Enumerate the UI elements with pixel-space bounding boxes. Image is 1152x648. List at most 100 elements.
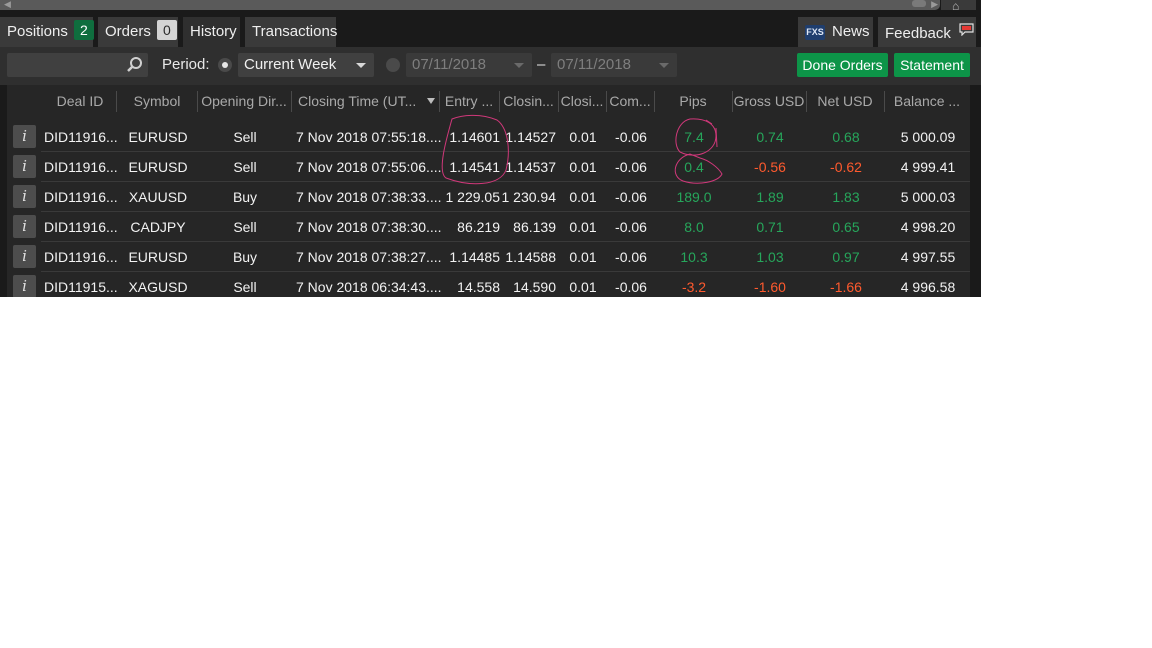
- column-header-net-usd[interactable]: Net USD: [807, 85, 883, 118]
- commission-cell: -0.06: [615, 219, 647, 235]
- scroll-right-icon[interactable]: ▶: [931, 0, 938, 11]
- period-selected-value: Current Week: [244, 56, 337, 73]
- balance-cell: 4 999.41: [900, 159, 956, 175]
- closing-price-cell: 14.590: [513, 279, 556, 295]
- net-usd-cell: -0.62: [830, 159, 862, 175]
- speech-bubble-icon: [959, 17, 974, 47]
- date-to-picker[interactable]: 07/11/2018: [551, 53, 677, 77]
- volume-cell: 0.01: [569, 219, 597, 235]
- closing-price-cell: 1.14537: [505, 159, 556, 175]
- deal-id-cell: DID11916...: [44, 159, 118, 175]
- info-icon[interactable]: i: [13, 275, 36, 297]
- column-header-closing[interactable]: Closin...: [500, 85, 557, 118]
- closing-time-cell: 7 Nov 2018 07:55:18....: [296, 129, 441, 145]
- gross-usd-cell: -1.60: [754, 279, 786, 295]
- tab-transactions-label: Transactions: [252, 23, 338, 40]
- column-header-closing-volume[interactable]: Closi...: [559, 85, 605, 118]
- direction-cell: Buy: [232, 189, 258, 205]
- symbol-cell: XAGUSD: [128, 279, 188, 295]
- period-select[interactable]: Current Week: [238, 53, 374, 77]
- closing-price-cell: 86.139: [513, 219, 556, 235]
- deal-id-cell: DID11916...: [44, 249, 118, 265]
- entry-price-cell: 1.14485: [449, 249, 500, 265]
- closing-time-cell: 7 Nov 2018 07:55:06....: [296, 159, 441, 175]
- column-header-opening-direction[interactable]: Opening Dir...: [198, 85, 290, 118]
- tab-orders[interactable]: Orders 0: [98, 17, 178, 47]
- direction-cell: Buy: [232, 249, 258, 265]
- column-header-symbol[interactable]: Symbol: [117, 85, 197, 118]
- positions-count-badge: 2: [73, 20, 94, 40]
- scroll-left-icon[interactable]: ◀: [4, 0, 11, 11]
- volume-cell: 0.01: [569, 279, 597, 295]
- home-tab[interactable]: ⌂: [941, 0, 976, 13]
- history-toolbar: Period: Current Week 07/11/2018 – 07/11/…: [0, 47, 981, 85]
- deal-id-cell: DID11916...: [44, 189, 118, 205]
- period-radio[interactable]: [218, 58, 232, 72]
- column-header-closing-time[interactable]: Closing Time (UT...: [292, 85, 426, 118]
- table-row[interactable]: i DID11915... XAGUSD Sell 7 Nov 2018 06:34:4…: [7, 272, 970, 297]
- home-icon: ⌂: [952, 0, 960, 13]
- table-row[interactable]: i DID11916... EURUSD Buy 7 Nov 2018 07:38:27…: [7, 242, 970, 272]
- symbol-cell: EURUSD: [128, 129, 188, 145]
- scroll-thumb[interactable]: [912, 0, 926, 7]
- closing-time-cell: 7 Nov 2018 07:38:30....: [296, 219, 441, 235]
- gross-usd-cell: 0.74: [756, 129, 784, 145]
- entry-price-cell: 86.219: [457, 219, 500, 235]
- direction-cell: Sell: [233, 129, 257, 145]
- symbol-cell: EURUSD: [128, 249, 188, 265]
- tab-transactions[interactable]: Transactions: [245, 17, 338, 47]
- symbol-cell: XAUUSD: [128, 189, 188, 205]
- tab-history[interactable]: History: [183, 17, 240, 47]
- net-usd-cell: 0.68: [832, 129, 860, 145]
- info-icon[interactable]: i: [13, 215, 36, 238]
- table-row[interactable]: i DID11916... XAUUSD Buy 7 Nov 2018 07:38:33…: [7, 182, 970, 212]
- commission-cell: -0.06: [615, 249, 647, 265]
- done-orders-button[interactable]: Done Orders: [797, 53, 888, 77]
- gross-usd-cell: -0.56: [754, 159, 786, 175]
- symbol-cell: EURUSD: [128, 159, 188, 175]
- top-scrollbar[interactable]: ◀ ▶: [0, 0, 940, 10]
- feedback-button[interactable]: Feedback: [878, 17, 976, 47]
- feedback-label: Feedback: [885, 25, 951, 42]
- period-label: Period:: [162, 56, 210, 73]
- news-button[interactable]: FXS News: [798, 17, 873, 47]
- closing-price-cell: 1 230.94: [501, 189, 557, 205]
- column-header-deal-id[interactable]: Deal ID: [45, 85, 115, 118]
- date-range-radio[interactable]: [386, 58, 400, 72]
- column-header-pips[interactable]: Pips: [655, 85, 731, 118]
- date-from-picker[interactable]: 07/11/2018: [406, 53, 532, 77]
- balance-cell: 4 996.58: [900, 279, 956, 295]
- chevron-down-icon: [514, 63, 524, 68]
- entry-price-cell: 1 229.05: [445, 189, 501, 205]
- balance-cell: 5 000.09: [900, 129, 956, 145]
- info-icon[interactable]: i: [13, 245, 36, 268]
- commission-cell: -0.06: [615, 279, 647, 295]
- search-icon[interactable]: [125, 55, 145, 75]
- date-to-value: 07/11/2018: [557, 56, 631, 73]
- closing-time-cell: 7 Nov 2018 06:34:43....: [296, 279, 441, 295]
- statement-button[interactable]: Statement: [894, 53, 970, 77]
- news-label: News: [832, 23, 870, 40]
- table-row[interactable]: i DID11916... EURUSD Sell 7 Nov 2018 07:55:1…: [7, 122, 970, 152]
- tab-positions[interactable]: Positions 2: [0, 17, 94, 47]
- pips-cell: 10.3: [680, 249, 708, 265]
- closing-time-cell: 7 Nov 2018 07:38:33....: [296, 189, 441, 205]
- column-header-balance[interactable]: Balance ...: [885, 85, 969, 118]
- closing-price-cell: 1.14588: [505, 249, 556, 265]
- table-row[interactable]: i DID11916... EURUSD Sell 7 Nov 2018 07:55:0…: [7, 152, 970, 182]
- info-icon[interactable]: i: [13, 125, 36, 148]
- sort-descending-icon[interactable]: [427, 98, 435, 104]
- info-icon[interactable]: i: [13, 185, 36, 208]
- column-header-gross-usd[interactable]: Gross USD: [733, 85, 805, 118]
- info-icon[interactable]: i: [13, 155, 36, 178]
- balance-cell: 4 997.55: [900, 249, 956, 265]
- net-usd-cell: -1.66: [830, 279, 862, 295]
- table-row[interactable]: i DID11916... CADJPY Sell 7 Nov 2018 07:38:3…: [7, 212, 970, 242]
- column-header-entry[interactable]: Entry ...: [440, 85, 498, 118]
- commission-cell: -0.06: [615, 159, 647, 175]
- fxs-logo-icon: FXS: [805, 25, 825, 40]
- balance-cell: 5 000.03: [900, 189, 956, 205]
- column-header-commission[interactable]: Com...: [607, 85, 653, 118]
- volume-cell: 0.01: [569, 129, 597, 145]
- tab-positions-label: Positions: [7, 23, 68, 40]
